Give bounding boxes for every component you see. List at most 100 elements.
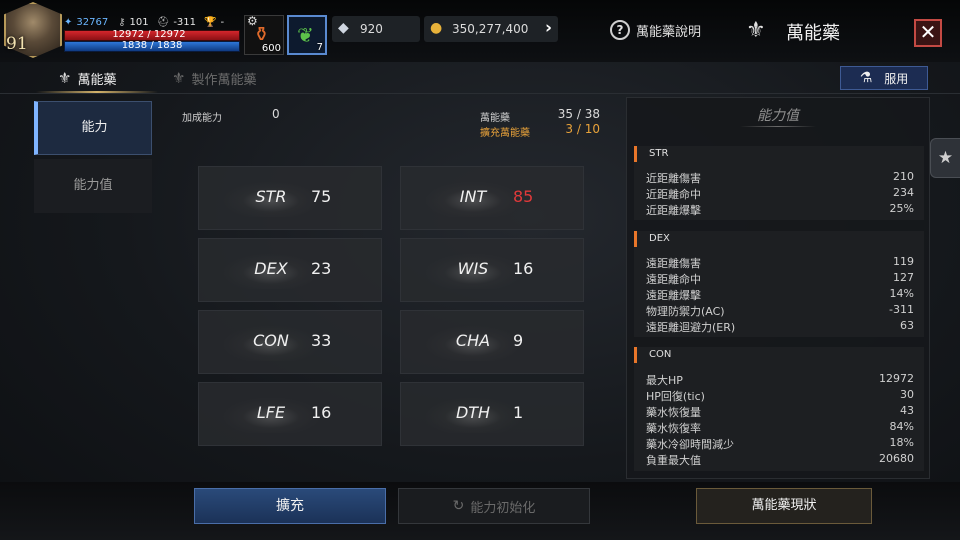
stat-value: 23 — [311, 259, 332, 278]
stat-row: 物理防禦力(AC) -311 — [646, 303, 914, 318]
gold-coin-icon: ● — [430, 20, 443, 36]
stat-card-str[interactable]: STR 75 — [198, 166, 382, 230]
stat-row-label: 負重最大值 — [646, 454, 701, 467]
stat-row-label: 藥水恢復量 — [646, 406, 701, 419]
elixir-count-label: 萬能藥 — [480, 113, 510, 124]
section-header: CON — [634, 347, 924, 363]
stat-row-value: 127 — [893, 271, 914, 284]
potion-count: 600 — [261, 43, 281, 54]
expand-button[interactable]: 擴充 — [194, 488, 386, 524]
crystal-value: 920 — [360, 22, 383, 36]
chevron-right-icon[interactable]: › — [545, 18, 552, 38]
stat-row-value: 63 — [900, 319, 914, 332]
divider — [0, 93, 960, 94]
stat-value: 16 — [311, 403, 332, 422]
stat-row-label: 遠距離傷害 — [646, 257, 701, 270]
elixir-status-button[interactable]: 萬能藥現狀 — [696, 488, 872, 524]
stat-row-label: 物理防禦力(AC) — [646, 305, 725, 318]
stat-card-int[interactable]: INT 85 — [400, 166, 584, 230]
stat-row: 近距離爆擊 25% — [646, 202, 914, 217]
stat-section-str: STR 近距離傷害 210 近距離命中 234 近距離爆擊 25% — [634, 146, 924, 220]
combat-power-icon: ✦ — [64, 16, 73, 28]
stat-row: 藥水恢復率 84% — [646, 420, 914, 435]
helmet-icon: ⛑ — [156, 16, 170, 28]
player-level: 91 — [6, 34, 28, 54]
elixir-count-value: 35 / 38 — [557, 107, 600, 121]
use-button-label: 服用 — [884, 71, 909, 86]
stat-row-value: 25% — [889, 202, 914, 215]
stat-row-value: 18% — [889, 436, 914, 449]
stat-row: 最大HP 12972 — [646, 372, 914, 387]
stat-row-label: 近距離命中 — [646, 188, 701, 201]
defense-value: -311 — [173, 16, 197, 28]
herb-count: 7 — [316, 42, 323, 53]
trophy-value: - — [220, 16, 225, 28]
tab-craft-elixir[interactable]: ⚜ 製作萬能藥 — [172, 66, 292, 90]
stat-row-value: 119 — [893, 255, 914, 268]
stat-name: INT — [459, 187, 487, 206]
herb-slot[interactable]: ❦ 7 — [287, 15, 327, 55]
stat-card-wis[interactable]: WIS 16 — [400, 238, 584, 302]
refresh-icon: ↻ — [452, 498, 465, 514]
stat-value: 75 — [311, 187, 332, 206]
elixir-tab-icon: ⚜ — [58, 69, 72, 87]
stat-row-label: 最大HP — [646, 374, 683, 387]
stat-row: 遠距離命中 127 — [646, 271, 914, 286]
stat-row-value: 234 — [893, 186, 914, 199]
bonus-ability-value: 0 — [272, 107, 280, 121]
stat-row: 遠距離爆擊 14% — [646, 287, 914, 302]
stat-row: 近距離傷害 210 — [646, 170, 914, 185]
stat-value: 16 — [513, 259, 534, 278]
trophy-icon: 🏆 — [204, 16, 217, 28]
stat-row-label: 藥水恢復率 — [646, 422, 701, 435]
reset-ability-button[interactable]: ↻ 能力初始化 — [398, 488, 590, 524]
help-button[interactable]: ? 萬能藥說明 — [610, 18, 701, 42]
stat-row: 藥水恢復量 43 — [646, 404, 914, 419]
stat-row-label: 近距離爆擊 — [646, 204, 701, 217]
mp-text: 1838 / 1838 — [121, 40, 183, 51]
expand-elixir-label: 擴充萬能藥 — [480, 128, 530, 139]
nav-item-stats[interactable]: 能力值 — [34, 159, 152, 213]
stat-card-dex[interactable]: DEX 23 — [198, 238, 382, 302]
stat-section-dex: DEX 遠距離傷害 119 遠距離命中 127 遠距離爆擊 14% 物理防禦力(AC)… — [634, 231, 924, 337]
stat-row-label: 遠距離爆擊 — [646, 289, 701, 302]
stat-value: 9 — [513, 331, 524, 350]
craft-tab-icon: ⚜ — [172, 69, 186, 87]
herb-icon: ❦ — [297, 23, 314, 47]
stat-card-dth[interactable]: DTH 1 — [400, 382, 584, 446]
gear-icon[interactable]: ⚙ — [247, 14, 258, 28]
crystal-icon: ◆ — [338, 20, 349, 36]
page-title: 萬能藥 — [786, 23, 840, 44]
expand-elixir-value: 3 / 10 — [565, 122, 600, 136]
stat-row-value: 84% — [889, 420, 914, 433]
nav-item-ability[interactable]: 能力 — [34, 101, 152, 155]
stat-row-value: 210 — [893, 170, 914, 183]
flask-icon: ⚗ — [859, 70, 873, 86]
stat-name: DTH — [455, 403, 491, 422]
close-button[interactable]: ✕ — [914, 19, 942, 47]
stat-row-value: 14% — [889, 287, 914, 300]
stat-row: 遠距離迴避力(ER) 63 — [646, 319, 914, 334]
stat-row-label: 近距離傷害 — [646, 172, 701, 185]
stat-row-value: 20680 — [879, 452, 914, 465]
crystal-currency: ◆ 920 — [332, 16, 420, 42]
stat-row-value: 12972 — [879, 372, 914, 385]
key-icon: ⚷ — [118, 16, 126, 28]
tab-elixir-label: 萬能藥 — [77, 72, 117, 88]
question-icon: ? — [610, 20, 630, 40]
elixir-emblem-icon: ⚜ — [746, 18, 766, 43]
stat-row-label: 藥水冷卻時間減少 — [646, 438, 734, 451]
section-header: STR — [634, 146, 924, 162]
stat-card-cha[interactable]: CHA 9 — [400, 310, 584, 374]
stat-row-value: 43 — [900, 404, 914, 417]
tab-craft-label: 製作萬能藥 — [191, 72, 257, 88]
stat-row-value: -311 — [889, 303, 914, 316]
use-elixir-button[interactable]: ⚗ 服用 — [840, 66, 928, 90]
stat-row-label: HP回復(tic) — [646, 390, 705, 403]
stat-row-value: 30 — [900, 388, 914, 401]
stat-card-con[interactable]: CON 33 — [198, 310, 382, 374]
tab-elixir[interactable]: ⚜ 萬能藥 — [58, 66, 158, 90]
title-ornament — [740, 126, 816, 127]
favorite-star-icon[interactable]: ★ — [930, 138, 960, 178]
stat-card-lfe[interactable]: LFE 16 — [198, 382, 382, 446]
